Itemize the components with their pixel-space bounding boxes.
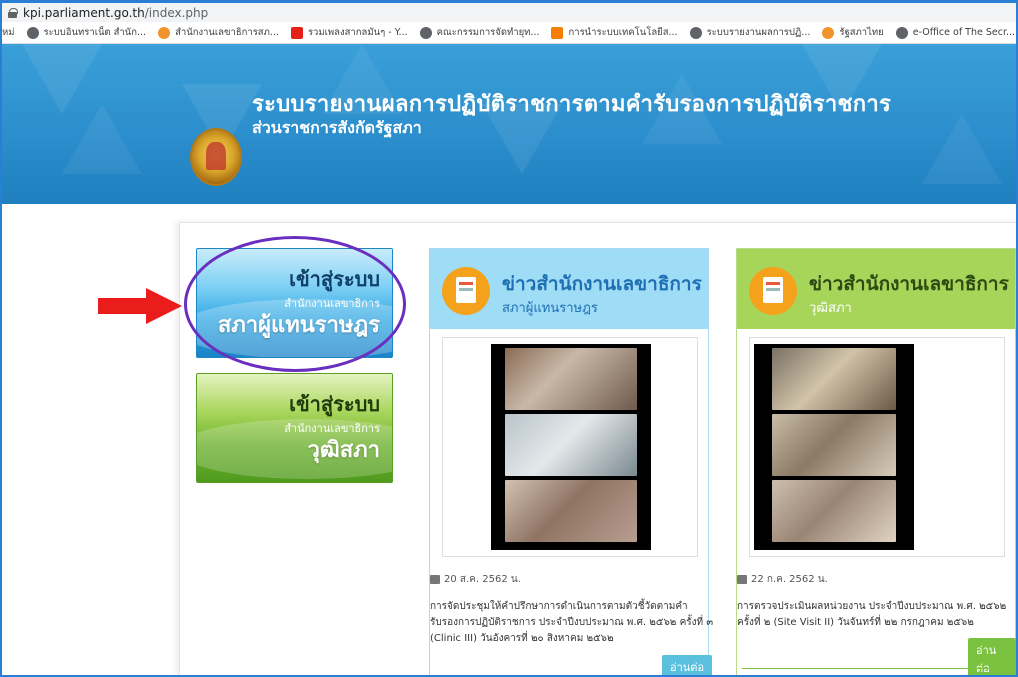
youtube-icon	[290, 26, 303, 39]
parliament-emblem-icon	[190, 128, 242, 186]
news-photo-frame[interactable]	[749, 337, 1005, 557]
news-photo	[754, 344, 914, 550]
news-subtitle: วุฒิสภา	[809, 301, 852, 316]
senate-news-card: ข่าวสำนักงานเลขาธิการ วุฒิสภา 22 ก.ค. 25…	[736, 248, 1016, 675]
bookmark-item[interactable]: ระบบอินทราเน็ต สำนัก...	[26, 25, 146, 40]
annotation-arrow-icon	[98, 288, 183, 324]
globe-icon	[689, 26, 702, 39]
bookmark-item[interactable]: รัฐสภาไทย	[822, 25, 884, 40]
news-card-header: ข่าวสำนักงานเลขาธิการ วุฒิสภา	[737, 249, 1015, 329]
hor-news-card: ข่าวสำนักงานเลขาธิการ สภาผู้แทนราษฎร 20 …	[429, 248, 713, 675]
login-label: เข้าสู่ระบบ	[289, 392, 380, 416]
calendar-icon	[430, 575, 440, 584]
orange-circle-icon	[158, 26, 171, 39]
browser-window: kpi.parliament.go.th/index.php หม่ ระบบอ…	[0, 0, 1018, 677]
news-date: 22 ก.ค. 2562 น.	[737, 572, 828, 587]
newspaper-icon	[749, 267, 797, 315]
lock-icon	[8, 7, 18, 18]
site-subtitle: ส่วนราชการสังกัดรัฐสภา	[252, 118, 422, 137]
news-photo	[491, 344, 651, 550]
house-name: วุฒิสภา	[307, 438, 380, 463]
read-more-button[interactable]: อ่านต่อ	[662, 655, 713, 675]
news-description: การจัดประชุมให้คำปรึกษาการดำเนินการตามตั…	[430, 601, 714, 644]
address-bar[interactable]: kpi.parliament.go.th/index.php	[2, 0, 1016, 22]
bookmark-item[interactable]: การนำระบบเทคโนโลยีส...	[551, 25, 678, 40]
bookmark-item[interactable]: คณะกรรมการจัดทำยุท...	[419, 25, 539, 40]
blogger-icon	[551, 26, 564, 39]
news-subtitle: สภาผู้แทนราษฎร	[502, 301, 598, 316]
news-photo-frame[interactable]	[442, 337, 698, 557]
bookmark-item[interactable]: หม่	[2, 25, 15, 40]
calendar-icon	[737, 575, 747, 584]
url-path: /index.php	[144, 5, 209, 20]
bookmark-item[interactable]: ระบบรายงานผลการปฏิ...	[689, 25, 810, 40]
site-header: ระบบรายงานผลการปฏิบัติราชการตามคำรับรองก…	[2, 44, 1016, 204]
house-name: สภาผู้แทนราษฎร	[217, 313, 380, 338]
read-more-button[interactable]: อ่านต่อ	[968, 638, 1016, 675]
news-description: การตรวจประเมินผลหน่วยงาน ประจำปีงบประมาณ…	[737, 601, 1007, 628]
news-card-header: ข่าวสำนักงานเลขาธิการ สภาผู้แทนราษฎร	[430, 249, 708, 329]
hor-login-button[interactable]: เข้าสู่ระบบ สำนักงานเลขาธิการ สภาผู้แทนร…	[196, 248, 393, 358]
news-title: ข่าวสำนักงานเลขาธิการ	[502, 273, 702, 295]
orange-circle-icon	[822, 26, 835, 39]
globe-icon	[895, 26, 908, 39]
login-label: เข้าสู่ระบบ	[289, 267, 380, 291]
divider	[742, 668, 1010, 669]
bookmark-item[interactable]: สำนักงานเลขาธิการสภ...	[158, 25, 279, 40]
senate-login-button[interactable]: เข้าสู่ระบบ สำนักงานเลขาธิการ วุฒิสภา	[196, 373, 393, 483]
bookmark-item[interactable]: e-Office of The Secr...	[895, 26, 1015, 39]
bookmarks-bar: หม่ ระบบอินทราเน็ต สำนัก... สำนักงานเลขา…	[2, 22, 1016, 44]
globe-icon	[419, 26, 432, 39]
bookmark-item[interactable]: รวมเพลงสากลมันๆ - Y...	[290, 25, 408, 40]
news-date: 20 ส.ค. 2562 น.	[430, 572, 521, 587]
news-title: ข่าวสำนักงานเลขาธิการ	[809, 273, 1009, 295]
url-host: kpi.parliament.go.th	[23, 5, 145, 20]
globe-icon	[26, 26, 39, 39]
newspaper-icon	[442, 267, 490, 315]
